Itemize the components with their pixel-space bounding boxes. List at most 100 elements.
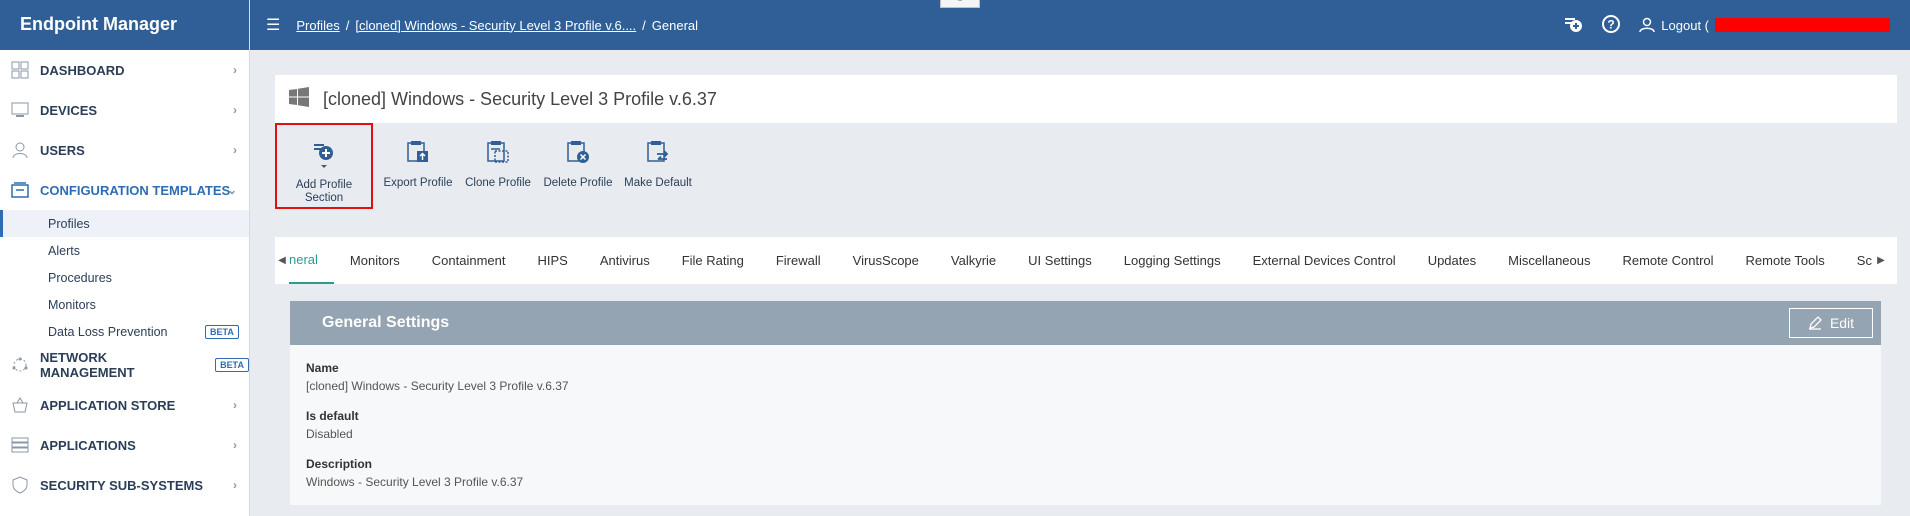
sidebar-subitem-procedures[interactable]: Procedures	[0, 264, 249, 291]
beta-badge: BETA	[205, 324, 239, 339]
svg-text:?: ?	[1608, 17, 1615, 31]
add-widget-icon[interactable]	[1563, 14, 1583, 37]
tab-monitors[interactable]: Monitors	[334, 237, 416, 284]
sidebar-subitem-profiles[interactable]: Profiles	[0, 210, 249, 237]
tab-scroll-left-icon[interactable]: ◀	[275, 255, 289, 266]
tab-ui-settings[interactable]: UI Settings	[1012, 237, 1108, 284]
sidebar-item-label: DEVICES	[40, 102, 98, 118]
help-icon[interactable]: ?	[1601, 14, 1621, 37]
logout-label: Logout (	[1661, 17, 1709, 33]
store-icon	[10, 395, 30, 415]
breadcrumb-current: General	[651, 17, 699, 33]
dashboard-icon	[10, 60, 30, 80]
general-settings-header: General Settings Edit	[290, 301, 1881, 345]
profile-title: [cloned] Windows - Security Level 3 Prof…	[323, 88, 717, 109]
breadcrumb-separator: /	[642, 17, 646, 33]
field-label-name: Name	[306, 361, 339, 375]
sidebar-item-label: APPLICATIONS	[40, 437, 136, 453]
logout-button[interactable]: Logout (	[1639, 17, 1890, 33]
field-value-is-default: Disabled	[306, 427, 353, 441]
make-default-icon	[645, 139, 671, 169]
redacted-username	[1715, 18, 1890, 32]
tab-general[interactable]: neral	[289, 237, 334, 284]
sidebar-item-dashboard[interactable]: DASHBOARD ›	[0, 50, 249, 90]
collapse-handle[interactable]: ⌃	[940, 0, 980, 8]
chevron-down-icon: ⌄	[226, 183, 237, 197]
chevron-right-icon: ›	[233, 143, 237, 157]
add-section-icon	[311, 141, 337, 171]
hamburger-menu-icon[interactable]: ☰	[266, 15, 280, 35]
chevron-right-icon: ›	[233, 478, 237, 492]
tab-logging-settings[interactable]: Logging Settings	[1108, 237, 1237, 284]
chevron-right-icon: ›	[233, 358, 237, 372]
export-profile-label: Export Profile	[383, 177, 453, 189]
sidebar-subitem-label: Procedures	[48, 270, 112, 285]
tab-scroll-right-icon[interactable]: ▶	[1874, 255, 1888, 266]
general-settings-body: Name [cloned] Windows - Security Level 3…	[290, 345, 1881, 505]
chevron-right-icon: ›	[233, 103, 237, 117]
applications-icon	[10, 435, 30, 455]
make-default-button[interactable]: Make Default	[618, 123, 698, 209]
clone-profile-label: Clone Profile	[465, 177, 531, 189]
tab-valkyrie[interactable]: Valkyrie	[935, 237, 1012, 284]
tab-miscellaneous[interactable]: Miscellaneous	[1492, 237, 1606, 284]
add-profile-section-label: Add Profile Section	[295, 179, 353, 204]
delete-icon	[565, 139, 591, 169]
field-value-name: [cloned] Windows - Security Level 3 Prof…	[306, 379, 569, 393]
sidebar: Endpoint Manager DASHBOARD › DEVICES › U…	[0, 0, 250, 516]
field-label-is-default: Is default	[306, 409, 359, 423]
sidebar-item-security-sub-systems[interactable]: SECURITY SUB-SYSTEMS ›	[0, 465, 249, 505]
sidebar-subitem-label: Alerts	[48, 243, 80, 258]
top-right-actions: ? Logout (	[1563, 0, 1890, 50]
tab-remote-control[interactable]: Remote Control	[1606, 237, 1729, 284]
shield-icon	[10, 475, 30, 495]
chevron-right-icon: ›	[233, 438, 237, 452]
app-title: Endpoint Manager	[0, 0, 249, 50]
tab-file-rating[interactable]: File Rating	[666, 237, 760, 284]
sidebar-subitem-monitors[interactable]: Monitors	[0, 291, 249, 318]
tab-virusscope[interactable]: VirusScope	[837, 237, 935, 284]
add-profile-section-button[interactable]: Add Profile Section	[275, 123, 373, 209]
breadcrumb-profiles[interactable]: Profiles	[296, 18, 339, 33]
tab-external-devices-control[interactable]: External Devices Control	[1237, 237, 1412, 284]
profile-header: [cloned] Windows - Security Level 3 Prof…	[275, 75, 1897, 123]
profile-toolbar: Add Profile Section Export Profile Clone…	[275, 123, 1897, 213]
sidebar-subitem-label: Data Loss Prevention	[48, 324, 168, 339]
field-label-description: Description	[306, 457, 373, 471]
sidebar-subitem-label: Monitors	[48, 297, 96, 312]
make-default-label: Make Default	[624, 177, 692, 189]
tab-firewall[interactable]: Firewall	[760, 237, 837, 284]
tab-containment[interactable]: Containment	[416, 237, 522, 284]
top-bar: ☰ Profiles / [cloned] Windows - Security…	[250, 0, 1910, 50]
tab-antivirus[interactable]: Antivirus	[584, 237, 666, 284]
network-icon	[10, 355, 30, 375]
tab-remote-tools[interactable]: Remote Tools	[1730, 237, 1841, 284]
clone-icon	[485, 139, 511, 169]
panel-title: General Settings	[322, 314, 450, 331]
sidebar-subitem-data-loss-prevention[interactable]: Data Loss Prevention BETA	[0, 318, 249, 345]
sidebar-subitem-alerts[interactable]: Alerts	[0, 237, 249, 264]
sidebar-item-applications[interactable]: APPLICATIONS ›	[0, 425, 249, 465]
tab-truncated[interactable]: Sc	[1841, 237, 1874, 284]
sidebar-item-devices[interactable]: DEVICES ›	[0, 90, 249, 130]
delete-profile-label: Delete Profile	[543, 177, 613, 189]
sidebar-item-application-store[interactable]: APPLICATION STORE ›	[0, 385, 249, 425]
sidebar-subitem-label: Profiles	[48, 216, 90, 231]
edit-button[interactable]: Edit	[1789, 308, 1873, 338]
sidebar-item-configuration-templates[interactable]: CONFIGURATION TEMPLATES ⌄	[0, 170, 249, 210]
clone-profile-button[interactable]: Clone Profile	[458, 123, 538, 209]
export-profile-button[interactable]: Export Profile	[378, 123, 458, 209]
tab-updates[interactable]: Updates	[1412, 237, 1492, 284]
tab-hips[interactable]: HIPS	[522, 237, 584, 284]
sidebar-item-label: USERS	[40, 142, 85, 158]
breadcrumb-profile[interactable]: [cloned] Windows - Security Level 3 Prof…	[355, 18, 636, 33]
user-icon	[10, 140, 30, 160]
sidebar-item-label: NETWORK MANAGEMENT	[39, 350, 135, 380]
sidebar-item-network-management[interactable]: NETWORK MANAGEMENT BETA ›	[0, 345, 249, 385]
field-value-description: Windows - Security Level 3 Profile v.6.3…	[306, 475, 524, 489]
delete-profile-button[interactable]: Delete Profile	[538, 123, 618, 209]
sidebar-item-users[interactable]: USERS ›	[0, 130, 249, 170]
sidebar-item-label: APPLICATION STORE	[40, 397, 176, 413]
devices-icon	[10, 100, 30, 120]
chevron-right-icon: ›	[233, 398, 237, 412]
